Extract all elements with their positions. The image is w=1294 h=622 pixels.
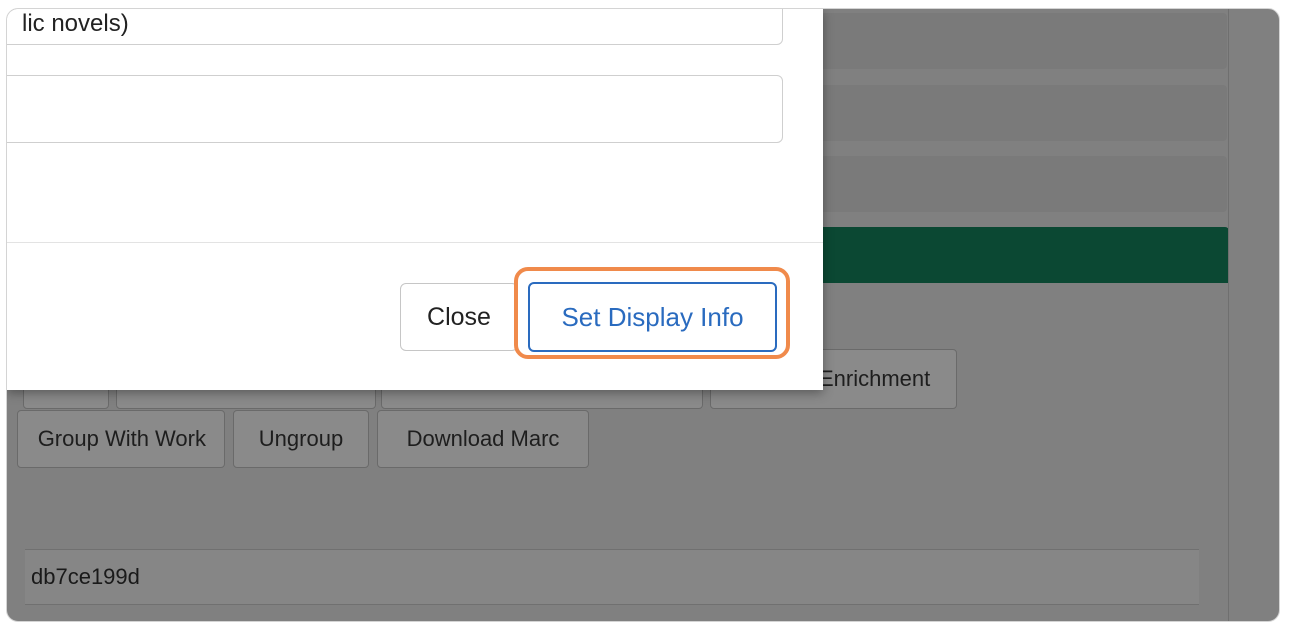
close-button[interactable]: Close <box>400 283 518 351</box>
set-display-info-label: Set Display Info <box>561 301 744 332</box>
close-button-label: Close <box>427 302 491 331</box>
id-row: db7ce199d <box>25 549 1199 605</box>
display-title-field[interactable]: lic novels) <box>7 9 783 45</box>
display-title-value: lic novels) <box>22 10 129 37</box>
background-panel-2 <box>817 85 1227 141</box>
set-display-info-button[interactable]: Set Display Info <box>528 282 777 352</box>
ungroup-button[interactable]: Ungroup <box>233 410 369 468</box>
app-window: Enrichment Group With Work Ungroup Downl… <box>6 8 1280 622</box>
content-edge <box>1228 9 1229 621</box>
group-with-work-button[interactable]: Group With Work <box>17 410 225 468</box>
download-marc-button[interactable]: Download Marc <box>377 410 589 468</box>
background-panel-1 <box>817 13 1227 69</box>
id-value: db7ce199d <box>31 564 140 589</box>
background-panel-3 <box>817 156 1227 212</box>
section-header <box>817 227 1229 283</box>
modal-footer-divider <box>7 242 823 243</box>
display-author-field[interactable] <box>7 75 783 143</box>
display-info-modal: lic novels) Close Set Display Info <box>7 9 823 390</box>
